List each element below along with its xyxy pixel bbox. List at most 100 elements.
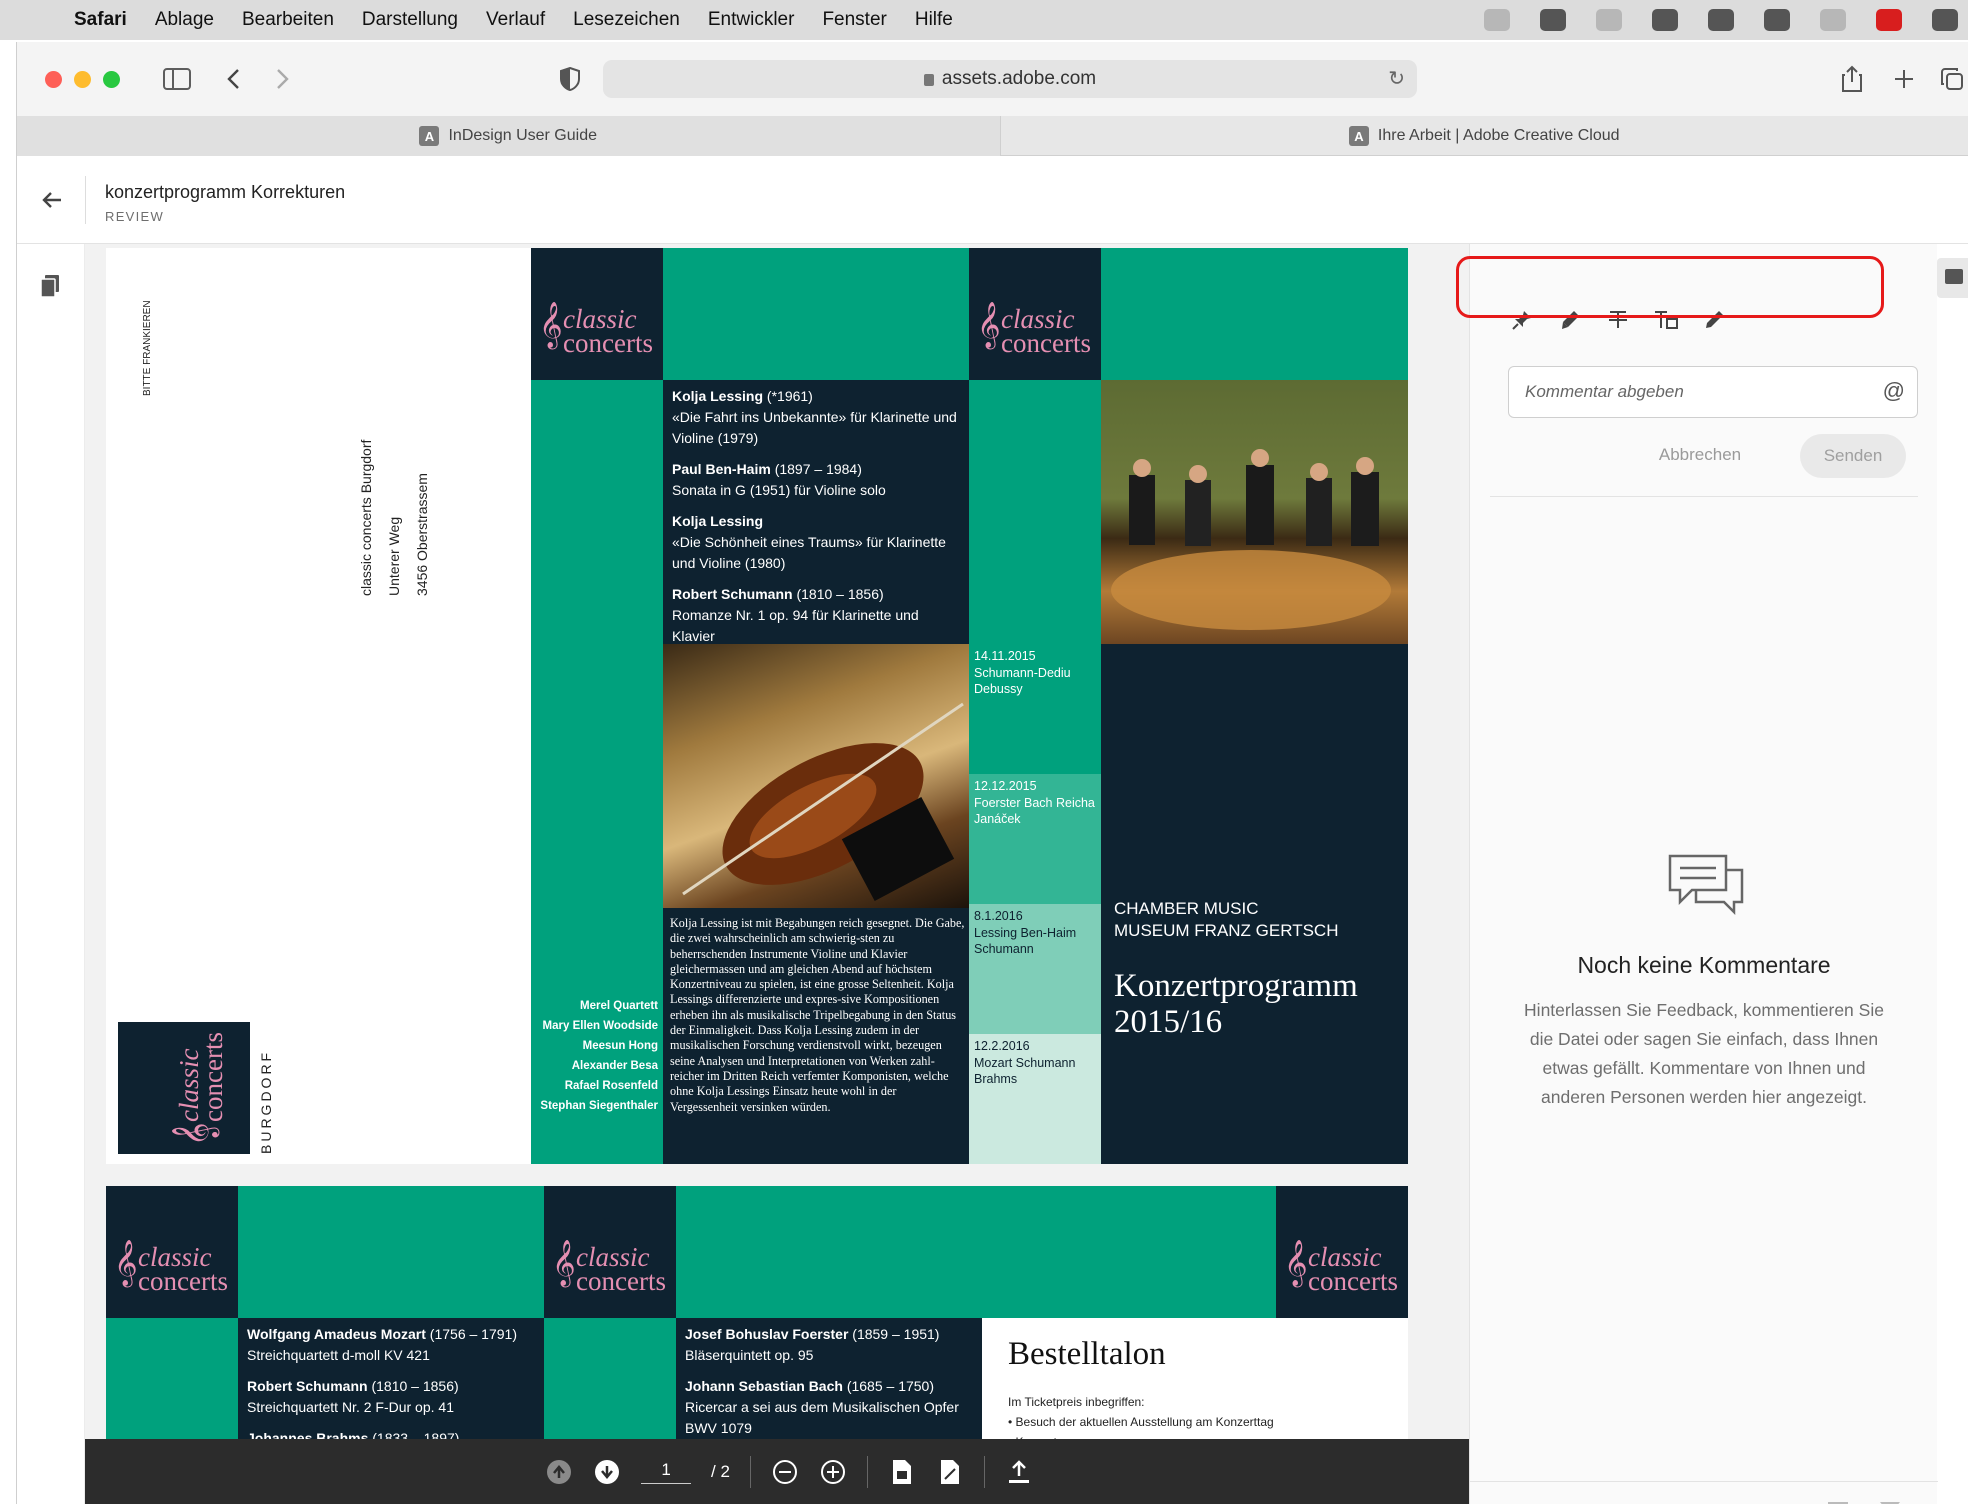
volume-icon[interactable]	[1932, 9, 1958, 31]
display-icon[interactable]	[1764, 9, 1790, 31]
mention-icon[interactable]: @	[1883, 378, 1905, 404]
privacy-shield-icon[interactable]	[555, 64, 585, 94]
program-entry: Robert Schumann (1810 – 1856) Romanze Nr.…	[672, 586, 919, 644]
logo-line-2: concerts	[1001, 328, 1091, 358]
menu-verlauf[interactable]: Verlauf	[472, 9, 559, 31]
tab-label: Ihre Arbeit | Adobe Creative Cloud	[1377, 127, 1620, 144]
drive-icon[interactable]	[1708, 9, 1734, 31]
teal-block	[1101, 248, 1408, 380]
document-page-1: BITTE FRANKIEREN classic concerts Burgdo…	[106, 248, 1408, 1164]
page-number-input[interactable]: 1	[641, 1460, 692, 1484]
panel-divider	[1490, 496, 1918, 497]
sidebar-toggle-icon[interactable]	[162, 64, 192, 94]
next-page-icon[interactable]	[593, 1458, 621, 1486]
hide-comments-icon[interactable]	[1826, 1500, 1856, 1504]
bio-text: Kolja Lessing ist mit Begabungen reich g…	[670, 916, 965, 1114]
empty-state-title: Noch keine Kommentare	[1577, 952, 1831, 978]
url-text: assets.adobe.com	[941, 68, 1097, 89]
menu-hilfe[interactable]: Hilfe	[901, 9, 967, 31]
status-c-icon[interactable]	[1596, 9, 1622, 31]
stamp-text: BITTE FRANKIEREN	[142, 300, 153, 396]
reload-icon[interactable]: ↻	[1388, 66, 1405, 91]
zoom-window-button[interactable]	[103, 70, 120, 88]
left-rail	[17, 244, 85, 1504]
logo-line-2: concerts	[198, 1032, 228, 1122]
info-icon[interactable]	[1652, 9, 1678, 31]
comment-input[interactable]: Kommentar abgeben @	[1508, 366, 1918, 418]
cloud-icon[interactable]	[1504, 1500, 1530, 1504]
fit-width-icon[interactable]	[936, 1458, 964, 1486]
cancel-button[interactable]: Abbrechen	[1640, 434, 1760, 476]
minimize-window-button[interactable]	[74, 70, 91, 88]
concert-date-1: 14.11.2015 Schumann-Dediu Debussy	[974, 649, 1071, 696]
logo-rotated: 𝄞 classic concerts	[118, 1022, 250, 1154]
status-d-icon[interactable]	[1484, 9, 1510, 31]
concert-date-4: 12.2.2016 Mozart Schumann Brahms	[974, 1039, 1076, 1086]
program-entry: Kolja Lessing (*1961) «Die Fahrt ins Unbe…	[672, 388, 957, 446]
menu-fenster[interactable]: Fenster	[808, 9, 900, 31]
address-line-1: classic concerts Burgdorf	[358, 439, 374, 596]
adobe-favicon-icon: A	[419, 126, 440, 146]
program-entry: Josef Bohuslav Foerster (1859 – 1951) Blä…	[685, 1326, 940, 1363]
menu-entwickler[interactable]: Entwickler	[694, 9, 809, 31]
concert-date-2: 12.12.2015 Foerster Bach Reicha Janáček	[974, 779, 1095, 826]
burgdorf-text: BURGDORF	[258, 1049, 274, 1154]
logo: 𝄞 classic concerts	[544, 1186, 676, 1318]
program-list-1: Kolja Lessing (*1961) «Die Fahrt ins Unbe…	[672, 386, 964, 657]
fit-page-icon[interactable]	[888, 1458, 916, 1486]
close-window-button[interactable]	[45, 70, 62, 88]
program-entry: Robert Schumann (1810 – 1856) Streichquar…	[247, 1378, 459, 1415]
zoom-in-icon[interactable]	[819, 1458, 847, 1486]
new-tab-icon[interactable]	[1889, 64, 1919, 94]
ensemble-names: Merel Quartett Mary Ellen Woodside Meesu…	[531, 996, 658, 1116]
treble-clef-icon: 𝄞	[977, 302, 1001, 348]
window-controls	[45, 70, 120, 88]
program-list-2b: Josef Bohuslav Foerster (1859 – 1951) Blä…	[685, 1324, 975, 1449]
comments-panel: Kommentar abgeben @ Abbrechen Senden Noc…	[1469, 244, 1938, 1504]
teal-block	[969, 380, 1101, 644]
previous-page-icon[interactable]	[545, 1458, 573, 1486]
share-icon[interactable]	[1837, 64, 1867, 94]
menu-app-safari[interactable]: Safari	[60, 9, 141, 31]
comments-panel-tab[interactable]	[1937, 258, 1968, 298]
address-line-2: Unterer Weg	[386, 516, 402, 596]
page-count: / 2	[711, 1461, 730, 1481]
treble-clef-icon: 𝄞	[114, 1240, 138, 1286]
upload-icon[interactable]	[1005, 1458, 1033, 1486]
forward-nav-icon[interactable]	[268, 64, 298, 94]
concert-date-3: 8.1.2016 Lessing Ben-Haim Schumann	[974, 909, 1077, 956]
menu-ablage[interactable]: Ablage	[141, 9, 228, 31]
back-nav-icon[interactable]	[218, 64, 248, 94]
browser-toolbar: assets.adobe.com ↻	[17, 42, 1968, 116]
treble-clef-icon: 𝄞	[539, 302, 563, 348]
menu-bearbeiten[interactable]: Bearbeiten	[228, 9, 348, 31]
tab-indesign-guide[interactable]: A InDesign User Guide	[17, 116, 1001, 156]
time-machine-icon[interactable]	[1820, 9, 1846, 31]
tab-overview-icon[interactable]	[1937, 64, 1967, 94]
menu-darstellung[interactable]: Darstellung	[348, 9, 472, 31]
back-arrow-icon[interactable]	[41, 186, 63, 217]
address-bar[interactable]: assets.adobe.com ↻	[603, 60, 1417, 98]
zoom-out-icon[interactable]	[771, 1458, 799, 1486]
violin-photo	[663, 644, 969, 908]
program-entry: Johann Sebastian Bach (1685 – 1750) Ricer…	[685, 1378, 959, 1436]
document-subtitle: REVIEW	[105, 209, 165, 224]
logo-line-2: concerts	[1308, 1266, 1398, 1296]
quartet-photo	[1101, 380, 1408, 644]
tab-label: InDesign User Guide	[448, 127, 597, 144]
empty-state-text: Hinterlassen Sie Feedback, kommentieren …	[1524, 1000, 1884, 1107]
address-line-3: 3456 Oberstrassem	[414, 473, 430, 596]
menu-lesezeichen[interactable]: Lesezeichen	[559, 9, 694, 31]
tab-creative-cloud[interactable]: A Ihre Arbeit | Adobe Creative Cloud	[1001, 116, 1968, 156]
document-viewer[interactable]: BITTE FRANKIEREN classic concerts Burgdo…	[85, 244, 1493, 1504]
filter-icon[interactable]	[1878, 1500, 1902, 1504]
swiss-flag-icon[interactable]	[1876, 9, 1902, 31]
teal-block	[663, 248, 969, 380]
send-button[interactable]: Senden	[1800, 434, 1906, 478]
creative-cloud-icon[interactable]	[1540, 9, 1566, 31]
macos-menubar: Safari Ablage Bearbeiten Darstellung Ver…	[0, 0, 1968, 40]
toolbar-divider	[866, 1455, 868, 1488]
logo-line-2: concerts	[576, 1266, 666, 1296]
viewer-toolbar: 1 / 2	[85, 1439, 1493, 1504]
pages-icon[interactable]	[39, 274, 61, 298]
